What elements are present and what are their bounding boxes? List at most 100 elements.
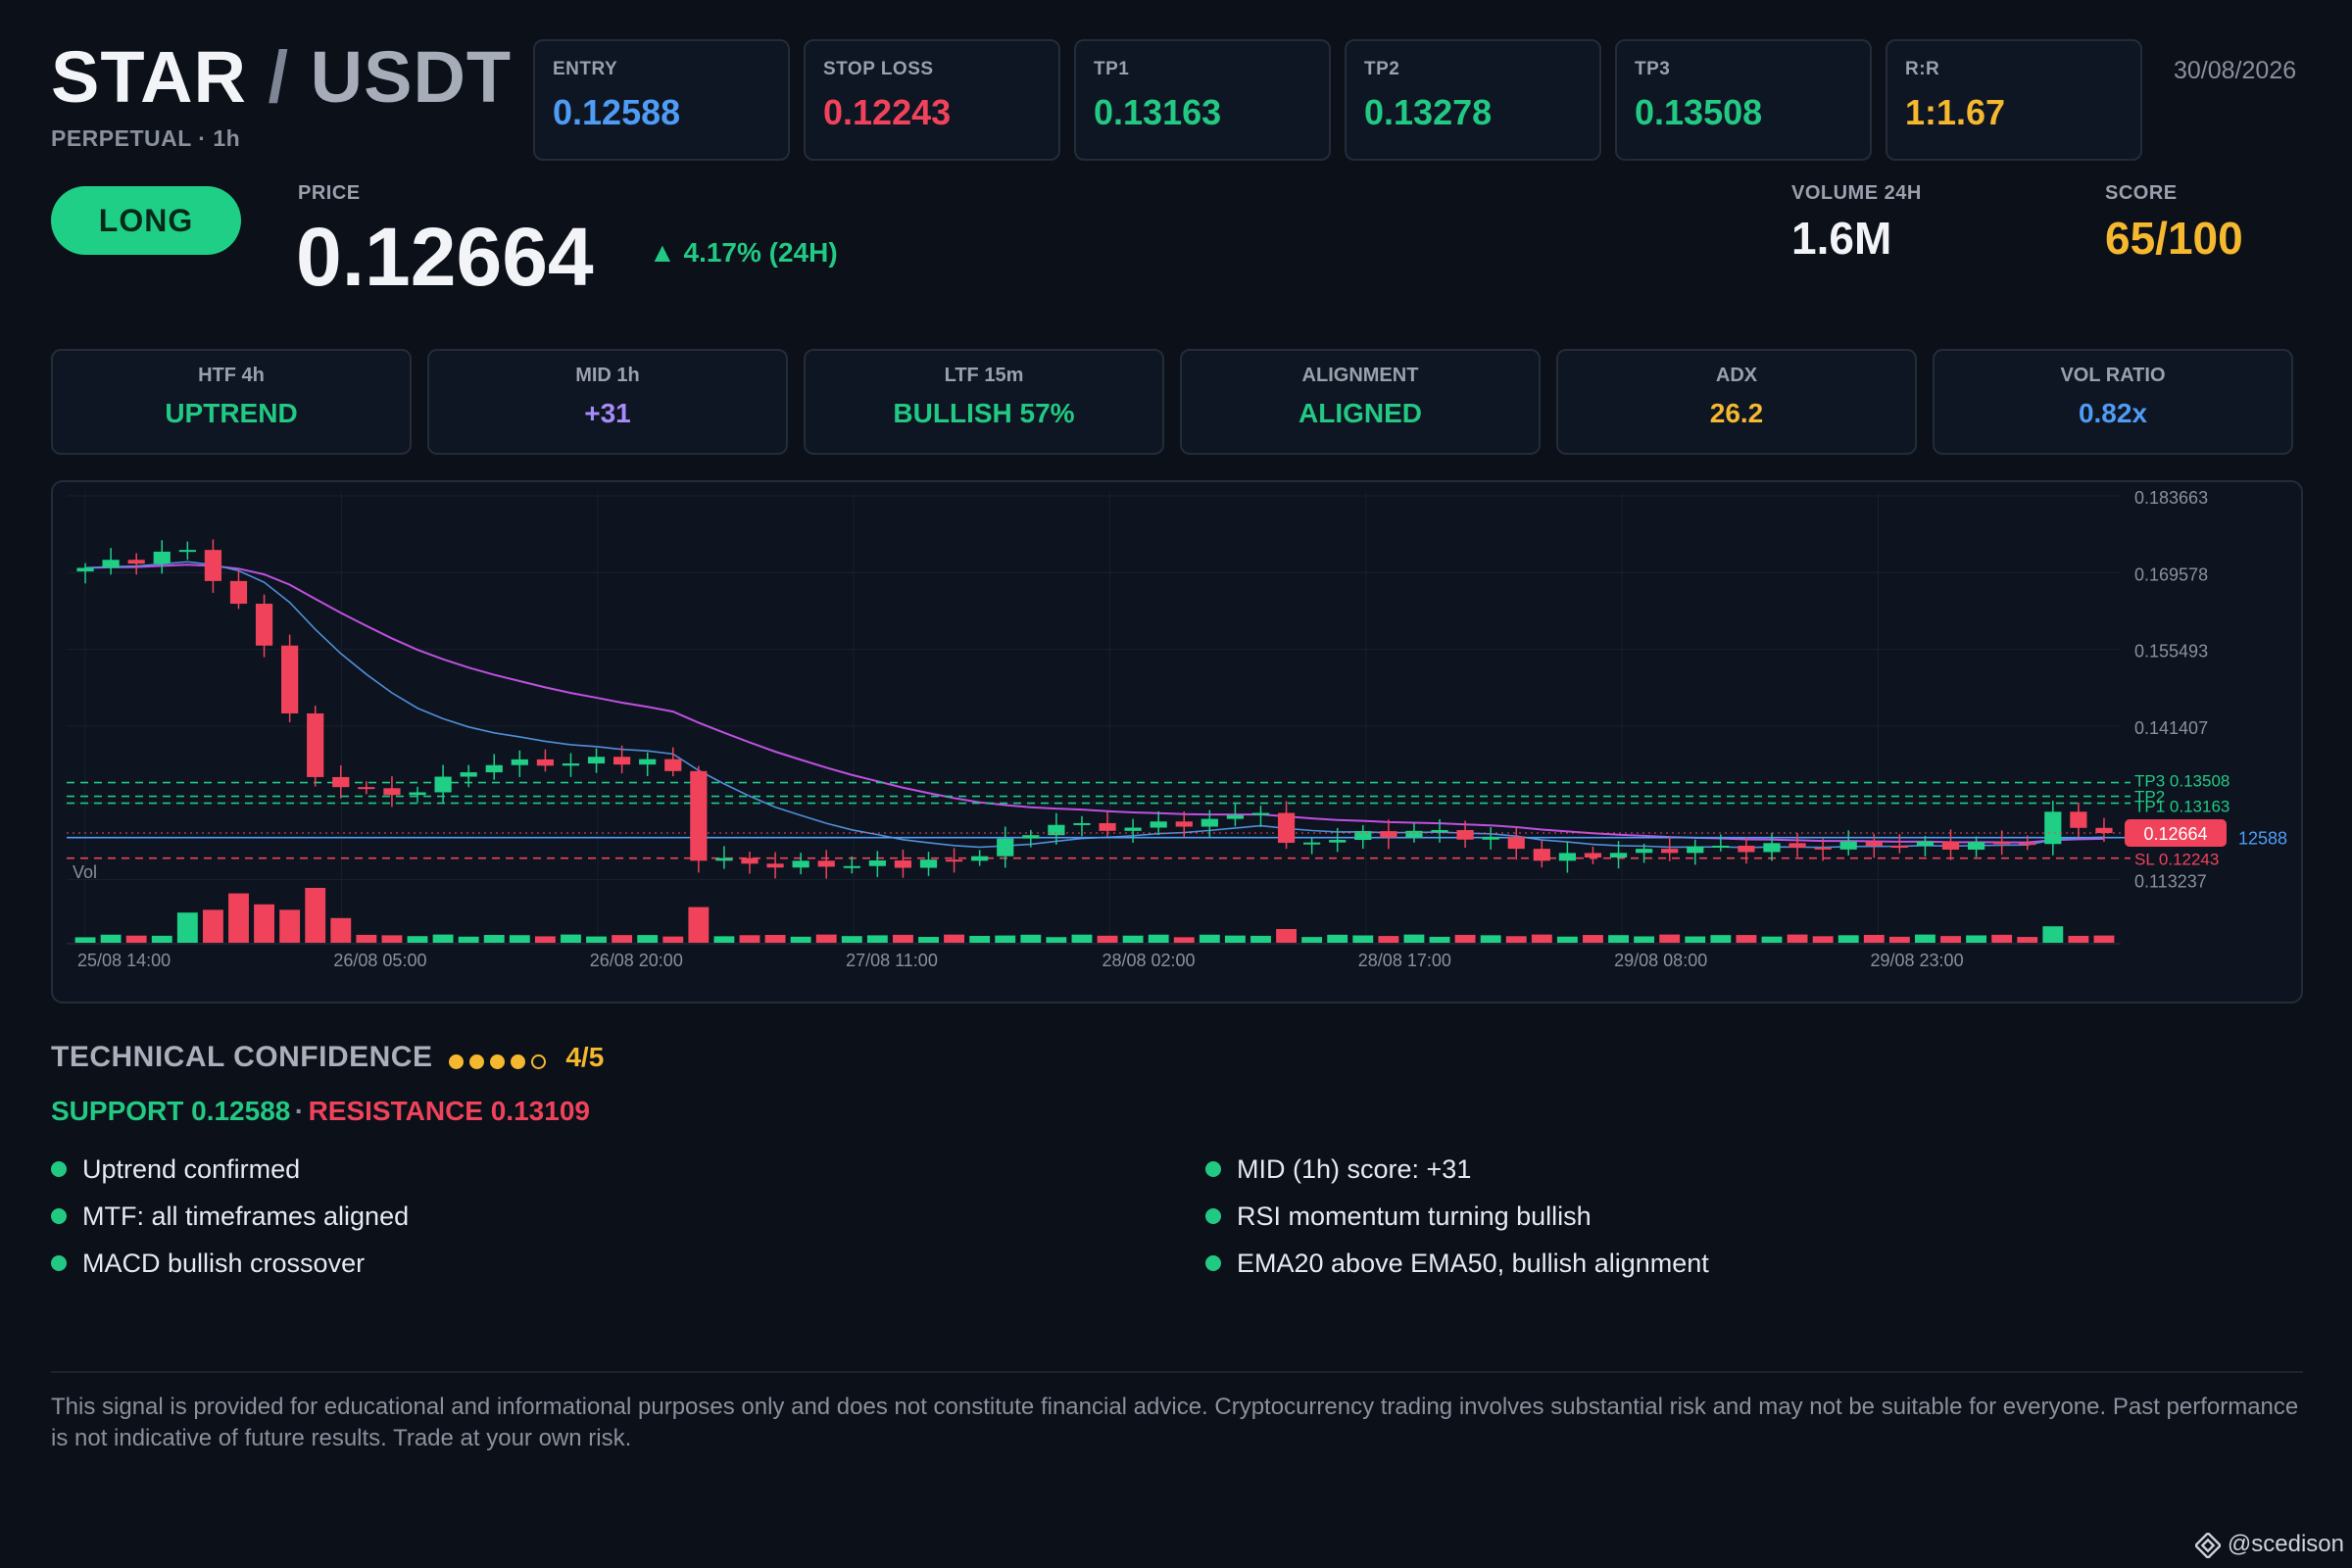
volume-bar: [1787, 934, 1808, 943]
candle-body: [664, 759, 682, 771]
volume-bar: [1250, 935, 1271, 943]
x-axis-tick-label: 29/08 23:00: [1870, 951, 1963, 970]
contract-subtitle: PERPETUAL · 1h: [51, 125, 241, 151]
candle-body: [1814, 847, 1832, 850]
mtf-card-htf: HTF 4h UPTREND: [51, 349, 412, 455]
volume-bar: [1991, 934, 2013, 943]
volume-bar: [1556, 936, 1578, 943]
volume-bar: [305, 888, 326, 943]
volume-bar: [1812, 936, 1834, 943]
candle-body: [1712, 845, 1730, 848]
candle-body: [792, 860, 809, 868]
candle-body: [281, 645, 299, 713]
candle-body: [1277, 812, 1296, 844]
volume-bar: [1276, 929, 1297, 943]
watermark: @scedison: [2193, 1531, 2344, 1560]
candle-body: [1456, 830, 1474, 840]
volume-bar: [1429, 936, 1450, 943]
candle-body: [1993, 842, 2011, 845]
candle-body: [76, 567, 94, 572]
candle-body: [766, 863, 784, 868]
support-resistance: SUPPORT 0.12588 · RESISTANCE 0.13109: [51, 1096, 590, 1127]
volume-bar: [1199, 934, 1220, 943]
volume-bar: [688, 906, 710, 943]
score-label: SCORE: [2105, 182, 2178, 204]
volume-bar: [125, 935, 147, 943]
volume-bar: [1888, 936, 1910, 943]
level-value: 0.13278: [1364, 92, 1493, 132]
volume-bar: [561, 934, 581, 943]
candle-body: [843, 865, 860, 868]
volume-bar: [1046, 937, 1067, 943]
candle-body: [2019, 843, 2036, 846]
mtf-value: ALIGNED: [1298, 398, 1422, 428]
volume-bar: [1863, 934, 1885, 943]
y-axis-tick-label: 0.183663: [2134, 488, 2208, 508]
candle-body: [1558, 853, 1576, 861]
candle-body: [1073, 822, 1091, 825]
volume-bar: [1403, 934, 1425, 943]
reason-item: EMA20 above EMA50, bullish alignment: [1205, 1249, 1709, 1279]
bullet-icon: [51, 1160, 67, 1177]
signal-date: 30/08/2026: [2174, 57, 2297, 84]
candle-body: [358, 787, 375, 790]
candle-body: [1788, 843, 1806, 848]
volume-bar: [1966, 935, 1987, 943]
candle-body: [409, 792, 426, 796]
candle-body: [817, 860, 835, 867]
candle-body: [1431, 830, 1448, 833]
volume-bar: [1505, 936, 1527, 943]
volume-bar: [944, 934, 965, 943]
volume-bar: [764, 934, 786, 943]
price-label: PRICE: [298, 182, 361, 204]
ema50-line: [85, 564, 2104, 844]
candle-body: [1482, 836, 1499, 840]
volume-bar: [739, 935, 760, 943]
candle-body: [1636, 849, 1653, 854]
level-card-tp3: TP3 0.13508: [1615, 39, 1872, 161]
volume-bar: [995, 935, 1016, 943]
candle-body: [894, 859, 912, 868]
volume-bar: [74, 937, 96, 943]
mtf-label: MID 1h: [575, 365, 640, 386]
volume-bar: [2093, 935, 2115, 943]
confidence-dot-filled-icon: [489, 1054, 505, 1070]
level-card-tp1: TP1 0.13163: [1074, 39, 1331, 161]
volume-bar: [1148, 934, 1169, 943]
candle-body: [1226, 814, 1245, 819]
price-chart[interactable]: 0.183663 0.169578 0.155493 0.141407 0.113237…: [53, 482, 2301, 1002]
level-label: TP2: [1364, 59, 1400, 79]
volume-bar: [918, 937, 939, 943]
volume-bar: [1097, 935, 1118, 943]
candle-body: [1609, 853, 1628, 858]
volume-bar: [1071, 934, 1093, 943]
level-value: 0.12588: [553, 92, 681, 132]
level-value: 0.12243: [823, 92, 952, 132]
volume-bar: [1915, 934, 1936, 943]
volume-bar: [866, 935, 888, 943]
candle-body: [153, 551, 171, 564]
tp1-axis-label: TP1 0.13163: [2134, 798, 2230, 816]
candle-body: [255, 604, 273, 646]
candle-body: [971, 856, 989, 861]
candle-body: [945, 859, 963, 862]
volume-bar: [1940, 936, 1961, 943]
level-value: 1:1.67: [1905, 92, 2006, 132]
x-axis-tick-label: 28/08 02:00: [1102, 951, 1195, 970]
price-chart-panel[interactable]: 0.183663 0.169578 0.155493 0.141407 0.113237…: [51, 480, 2303, 1004]
disclaimer-text: This signal is provided for educational …: [51, 1394, 2299, 1451]
candle-body: [1251, 812, 1270, 815]
confidence-dot-empty-icon: [530, 1054, 546, 1070]
x-axis-tick-label: 25/08 14:00: [77, 951, 171, 970]
mtf-value: UPTREND: [165, 398, 298, 428]
volume-bar: [534, 936, 556, 943]
volume-bar: [202, 909, 223, 943]
volume-bar: [407, 936, 428, 943]
reason-item: MTF: all timeframes aligned: [51, 1201, 409, 1232]
y-axis-tick-label: 0.155493: [2134, 642, 2208, 662]
volume-bar: [1761, 936, 1783, 943]
candle-body: [1175, 821, 1193, 827]
reason-text: MACD bullish crossover: [82, 1249, 366, 1278]
mtf-label: HTF 4h: [198, 365, 265, 386]
mtf-card-ltf: LTF 15m BULLISH 57%: [804, 349, 1164, 455]
